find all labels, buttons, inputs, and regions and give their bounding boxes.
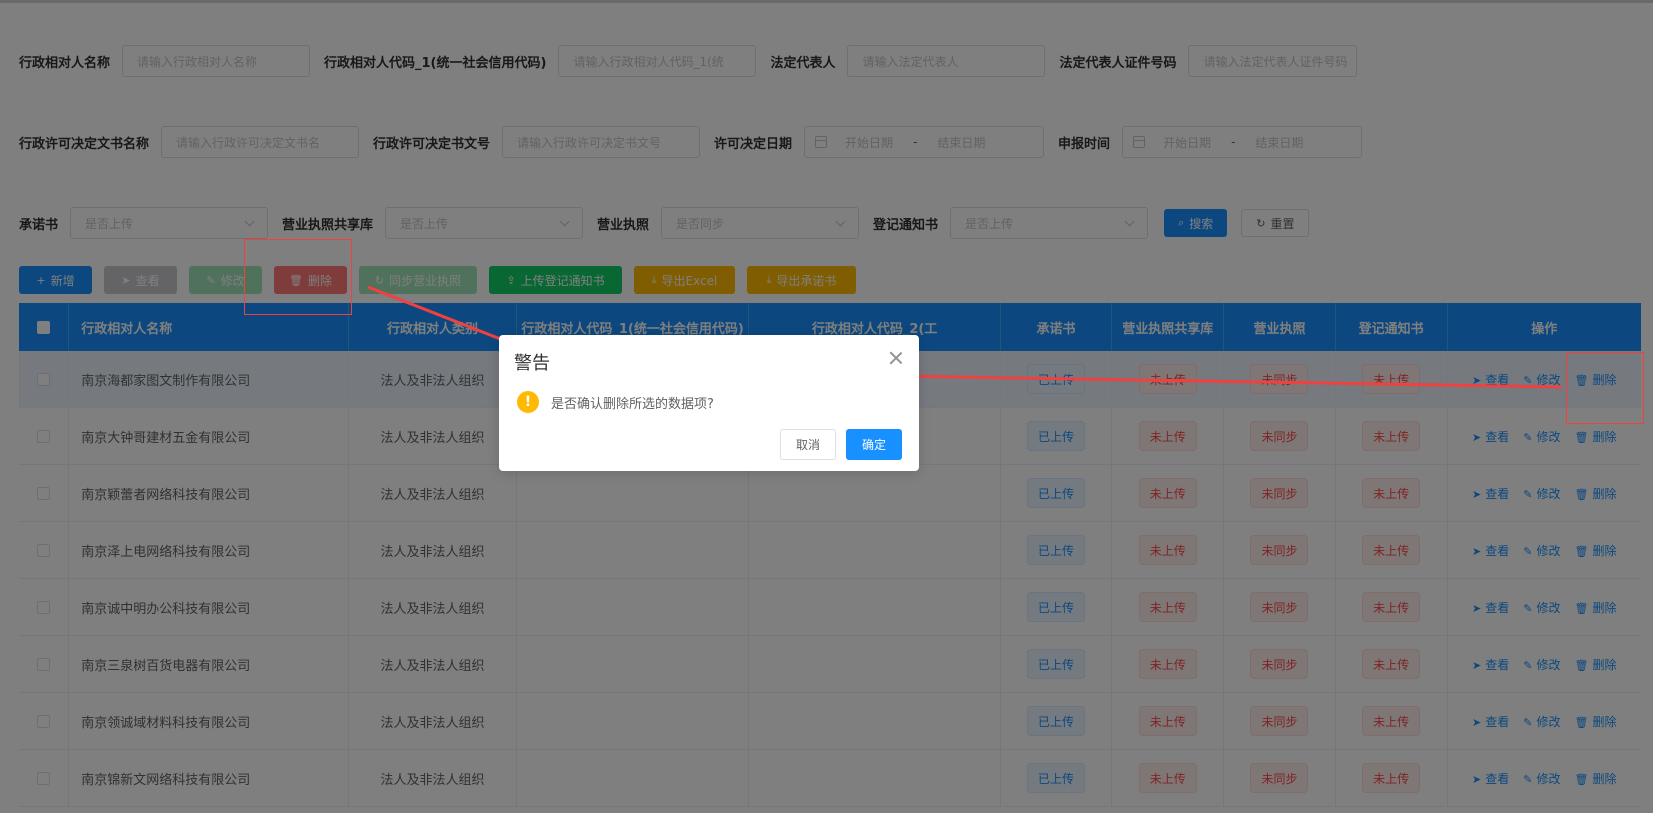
close-icon[interactable] [889,351,903,365]
confirm-button[interactable]: 确定 [846,429,902,460]
dialog-title: 警告 [514,353,550,374]
warning-icon: ! [517,391,539,413]
cancel-button[interactable]: 取消 [780,429,836,460]
arrow-to-dialog-right [895,371,1563,389]
warning-dialog: 警告 ! 是否确认删除所选的数据项? 取消 确定 [499,335,919,471]
dialog-message: 是否确认删除所选的数据项? [551,397,714,412]
